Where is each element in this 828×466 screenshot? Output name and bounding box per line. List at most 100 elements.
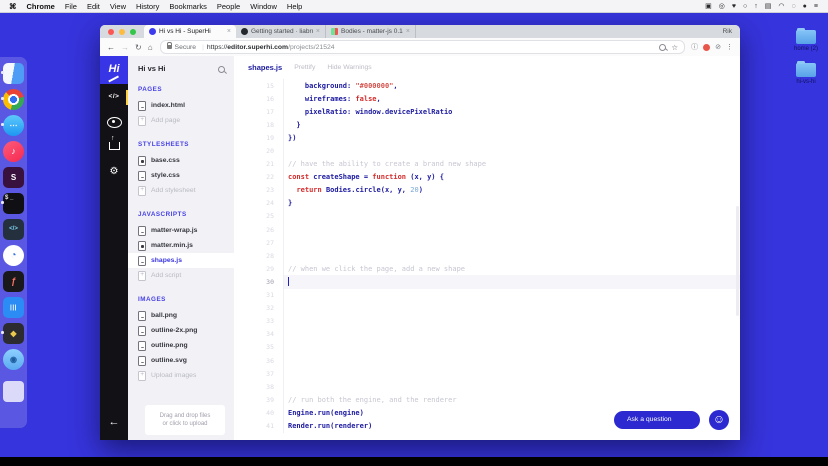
dock-item-chrome[interactable]	[0, 86, 27, 112]
dock-item-slack[interactable]: S	[0, 164, 27, 190]
dock-item-messages[interactable]: ⋯	[0, 112, 27, 138]
code-line-30[interactable]: 30	[234, 275, 740, 289]
menu-people[interactable]: People	[217, 2, 240, 11]
hide-warnings-button[interactable]: Hide Warnings	[327, 64, 371, 71]
extension-info-icon[interactable]: ⓘ	[691, 42, 698, 52]
window-minimize-button[interactable]	[119, 28, 125, 35]
profile-name[interactable]: Rik	[723, 28, 740, 35]
extension-disabled-icon[interactable]: ⊘	[715, 43, 721, 51]
code-line-21[interactable]: 21 // have the ability to create a brand …	[234, 157, 740, 171]
code-line-39[interactable]: 39 // run both the engine, and the render…	[234, 393, 740, 407]
desktop-folder-project[interactable]: hi-vs-hi	[787, 61, 825, 85]
code-line-38[interactable]: 38	[234, 380, 740, 394]
code-line-27[interactable]: 27	[234, 236, 740, 250]
file-item-outline-2x.png[interactable]: outline-2x.png	[128, 323, 234, 338]
file-search-icon[interactable]	[218, 66, 225, 73]
prettify-button[interactable]: Prettify	[294, 64, 315, 71]
menu-history[interactable]: History	[136, 2, 159, 11]
file-item-style.css[interactable]: style.css	[128, 168, 234, 183]
code-line-20[interactable]: 20	[234, 144, 740, 158]
wifi-icon[interactable]: ◠	[778, 2, 784, 10]
dock-item-trash[interactable]	[0, 378, 27, 404]
share-icon[interactable]	[100, 135, 128, 150]
tab-close-icon[interactable]: ×	[406, 28, 410, 35]
adblock-icon[interactable]	[703, 43, 711, 51]
address-bar[interactable]: Secure | https:// editor.superhi.com /pr…	[159, 40, 686, 54]
add-page-button[interactable]: Add page	[128, 113, 234, 128]
code-line-31[interactable]: 31	[234, 288, 740, 302]
code-line-22[interactable]: 22 const createShape = function (x, y) {	[234, 170, 740, 184]
notification-icon[interactable]: ●	[803, 3, 807, 10]
code-line-33[interactable]: 33	[234, 314, 740, 328]
menu-window[interactable]: Window	[250, 2, 277, 11]
airplay-icon[interactable]: ▤	[765, 2, 772, 10]
upload-dropzone[interactable]: Drag and drop files or click to upload	[145, 405, 225, 435]
file-item-outline.svg[interactable]: outline.svg	[128, 353, 234, 368]
menu-bookmarks[interactable]: Bookmarks	[169, 2, 207, 11]
dock-item-intercom[interactable]: |||	[0, 294, 27, 320]
add-script-button[interactable]: Add script	[128, 268, 234, 283]
dropbox-icon[interactable]: ○	[743, 3, 747, 10]
settings-gear-icon[interactable]: ⚙	[100, 166, 128, 177]
dock-item-design-app[interactable]: ◆	[0, 320, 27, 346]
browser-tab[interactable]: Getting started · liabru/matte×	[236, 25, 326, 38]
scrollbar-thumb[interactable]	[736, 206, 739, 316]
file-item-matter-wrap.js[interactable]: matter-wrap.js	[128, 223, 234, 238]
preview-eye-icon[interactable]	[100, 117, 128, 128]
upload-images-button[interactable]: Upload images	[128, 368, 234, 383]
code-line-19[interactable]: 19})	[234, 131, 740, 145]
dock-item-code-editor[interactable]: </>	[0, 216, 27, 242]
dock-item-figma[interactable]: ƒ	[0, 268, 27, 294]
dock-item-music[interactable]: ♪	[0, 138, 27, 164]
menu-edit[interactable]: Edit	[87, 2, 100, 11]
code-line-28[interactable]: 28	[234, 249, 740, 263]
desktop-folder-home[interactable]: home (2)	[787, 28, 825, 52]
file-item-base.css[interactable]: base.css	[128, 153, 234, 168]
notification-center-icon[interactable]: ≡	[814, 3, 818, 10]
code-line-37[interactable]: 37	[234, 367, 740, 381]
code-lines[interactable]: 15 background: "#000000", 16 wireframes: …	[234, 79, 740, 440]
apple-menu-icon[interactable]: ⌘	[9, 2, 17, 11]
spotlight-search-icon[interactable]: ◌	[792, 3, 796, 10]
file-item-matter.min.js[interactable]: matter.min.js	[128, 238, 234, 253]
back-arrow-button[interactable]: ←	[100, 416, 128, 428]
code-line-29[interactable]: 29 // when we click the page, add a new s…	[234, 262, 740, 276]
menu-chrome[interactable]: Chrome	[27, 2, 55, 11]
home-icon[interactable]: ⌂	[148, 43, 153, 52]
code-line-17[interactable]: 17 pixelRatio: window.devicePixelRatio	[234, 105, 740, 119]
bookmark-star-icon[interactable]: ☆	[671, 43, 678, 52]
code-line-34[interactable]: 34	[234, 327, 740, 341]
keystroke-viewer-icon[interactable]: ◎	[719, 2, 725, 10]
code-line-15[interactable]: 15 background: "#000000",	[234, 79, 740, 93]
code-line-36[interactable]: 36	[234, 353, 740, 368]
dock-item-clock-app[interactable]: ◔	[0, 242, 27, 268]
window-close-button[interactable]	[108, 28, 114, 35]
reload-icon[interactable]: ↻	[135, 43, 142, 52]
add-stylesheet-button[interactable]: Add stylesheet	[128, 183, 234, 198]
code-line-26[interactable]: 26	[234, 223, 740, 237]
ask-question-button[interactable]: Ask a question	[614, 411, 700, 429]
code-line-24[interactable]: 24}	[234, 196, 740, 210]
superhi-logo[interactable]: Hi	[100, 56, 128, 84]
code-view-icon[interactable]: </>	[100, 93, 128, 100]
dock-item-terminal[interactable]: $ _	[0, 190, 27, 216]
forward-icon[interactable]: →	[121, 43, 129, 52]
tab-close-icon[interactable]: ×	[316, 28, 320, 35]
code-line-35[interactable]: 35	[234, 340, 740, 354]
tab-close-icon[interactable]: ×	[227, 28, 231, 35]
file-item-outline.png[interactable]: outline.png	[128, 338, 234, 353]
window-zoom-button[interactable]	[130, 28, 136, 35]
menu-help[interactable]: Help	[287, 2, 302, 11]
browser-tab[interactable]: Bodies - matter-js 0.14.2 Ph×	[326, 25, 416, 38]
display-mirroring-icon[interactable]: ▣	[705, 2, 712, 10]
file-item-index.html[interactable]: index.html	[128, 98, 234, 113]
code-line-23[interactable]: 23 return Bodies.circle(x, y, 20)	[234, 183, 740, 197]
code-line-32[interactable]: 32	[234, 301, 740, 315]
vanilla-icon[interactable]: ♥	[732, 3, 736, 10]
search-icon[interactable]	[659, 43, 667, 51]
code-line-25[interactable]: 25	[234, 209, 740, 224]
chrome-menu-icon[interactable]: ⋮	[726, 43, 733, 51]
menu-view[interactable]: View	[110, 2, 126, 11]
browser-tab[interactable]: Hi vs Hi - SuperHi ×	[144, 25, 236, 38]
code-line-16[interactable]: 16 wireframes: false,	[234, 92, 740, 106]
